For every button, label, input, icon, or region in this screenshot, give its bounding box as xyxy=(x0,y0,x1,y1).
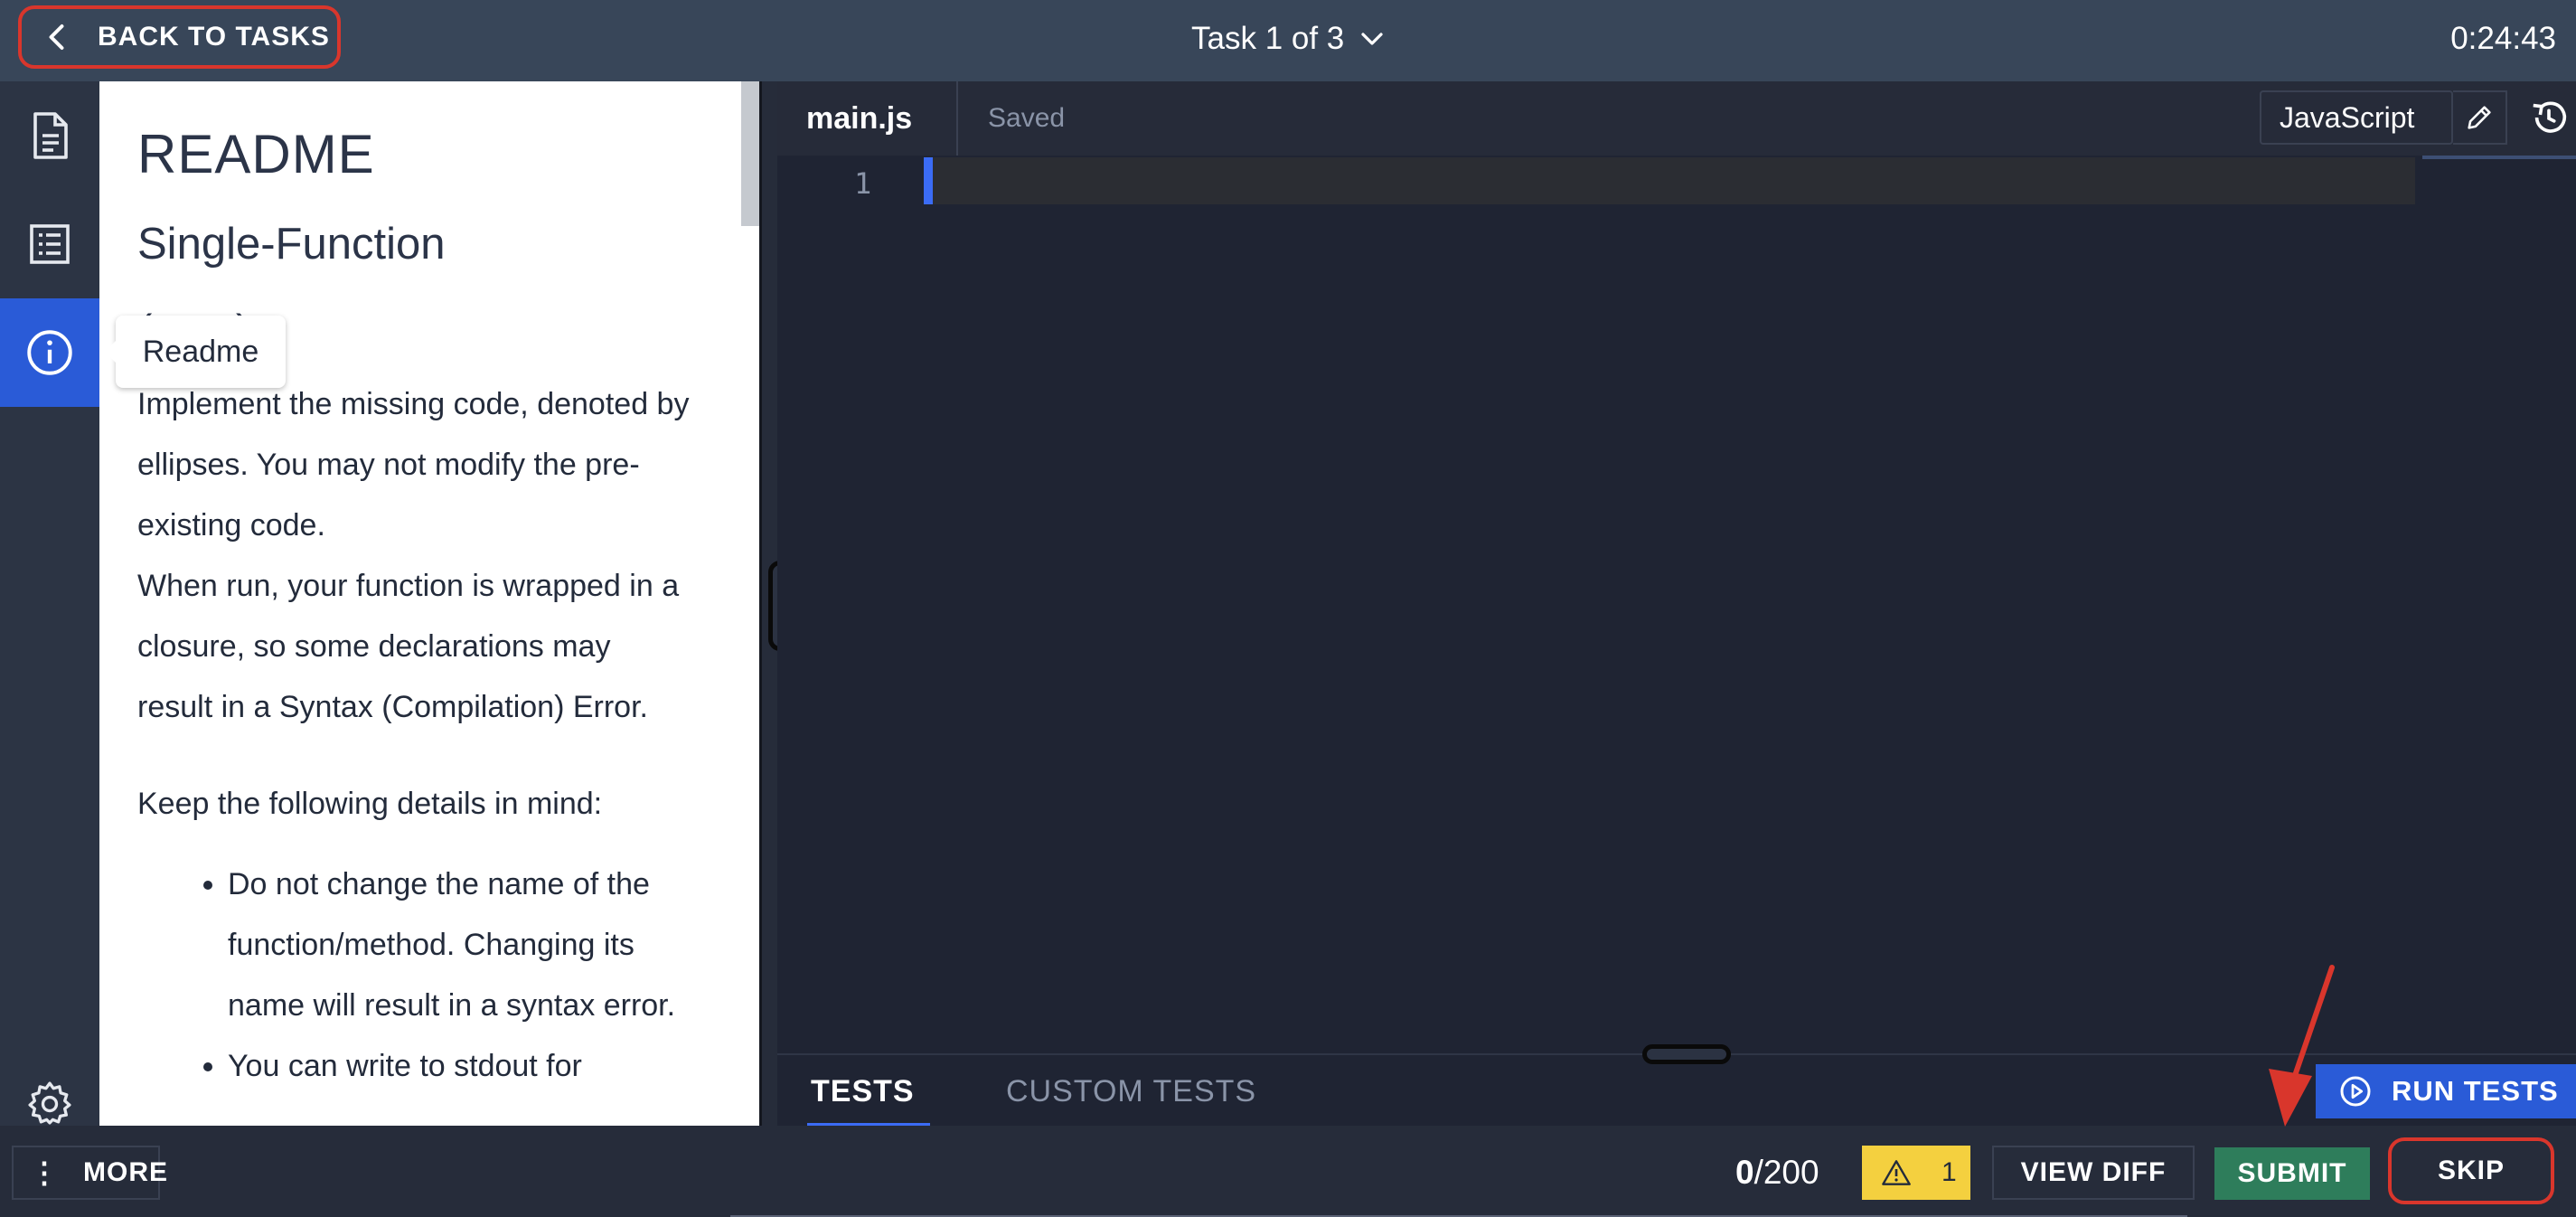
task-selector[interactable]: Task 1 of 3 xyxy=(1191,16,1386,61)
readme-bullet1-line: function/method. Changing its xyxy=(228,928,635,962)
warning-badge[interactable]: 1 xyxy=(1862,1146,1970,1200)
back-to-tasks-button[interactable]: BACK TO TASKS xyxy=(18,5,341,69)
readme-paragraph-3: Keep the following details in mind: xyxy=(137,787,603,821)
document-icon xyxy=(33,112,68,159)
rail-item-list[interactable] xyxy=(0,190,99,298)
readme-p2-line: closure, so some declarations may xyxy=(137,629,611,664)
run-tests-label: RUN TESTS xyxy=(2392,1075,2559,1107)
task-title: Task 1 of 3 xyxy=(1191,21,1345,56)
reset-code-button[interactable] xyxy=(2522,90,2576,145)
list-icon xyxy=(30,224,70,264)
readme-bullet1-line: Do not change the name of the xyxy=(228,867,650,901)
rail-item-readme[interactable] xyxy=(0,298,99,407)
reset-icon xyxy=(2533,101,2567,133)
run-tests-button[interactable]: RUN TESTS xyxy=(2316,1064,2576,1118)
readme-scrollbar[interactable] xyxy=(741,81,759,226)
language-selector[interactable]: JavaScript xyxy=(2260,90,2453,145)
chevron-left-icon xyxy=(49,24,64,50)
readme-bullet: You can write to stdout for xyxy=(228,1036,718,1097)
readme-heading: README xyxy=(137,124,375,184)
gear-icon xyxy=(28,1081,71,1125)
readme-tooltip: Readme xyxy=(105,316,286,388)
app-root: BACK TO TASKS Task 1 of 3 0:24:43 Readme… xyxy=(0,0,2576,1217)
annotation-arrow-icon xyxy=(2269,965,2335,1127)
save-status: Saved xyxy=(988,103,1066,133)
submit-button[interactable]: SUBMIT xyxy=(2214,1147,2370,1200)
timer: 0:24:43 xyxy=(2450,21,2556,56)
warning-icon xyxy=(1882,1160,1911,1185)
score: 0/200 xyxy=(1735,1146,1819,1200)
editor-tab-bar: main.js Saved JavaScript xyxy=(777,81,2576,156)
view-diff-button[interactable]: VIEW DIFF xyxy=(1992,1146,2195,1200)
readme-bullet2-line: You can write to stdout for xyxy=(228,1049,582,1083)
text-cursor xyxy=(924,157,933,204)
tab-tests[interactable]: TESTS xyxy=(807,1055,930,1127)
readme-panel[interactable]: README Single-Function (very) Implement … xyxy=(99,81,759,1126)
info-icon xyxy=(27,330,72,375)
edit-button[interactable] xyxy=(2453,90,2507,145)
bottom-bar: ⋮ MORE 0/200 1 VIEW DIFF SUBMIT SKIP xyxy=(0,1126,2576,1217)
readme-paragraph-1: Implement the missing code, denoted by e… xyxy=(137,374,718,556)
readme-p2-line: result in a Syntax (Compilation) Error. xyxy=(137,690,648,724)
code-editor[interactable]: main.js Saved JavaScript 1 xyxy=(777,81,2576,1053)
readme-p2-line: When run, your function is wrapped in a xyxy=(137,569,680,603)
score-total: /200 xyxy=(1753,1154,1819,1191)
readme-bullet-list: Do not change the name of the function/m… xyxy=(137,854,718,1097)
tests-resize-handle[interactable] xyxy=(1642,1044,1731,1064)
readme-bullet: Do not change the name of the function/m… xyxy=(228,854,718,1036)
icon-rail xyxy=(0,81,99,1126)
rail-item-description[interactable] xyxy=(0,81,99,190)
readme-content: README Single-Function (very) Implement … xyxy=(99,81,759,1097)
readme-p1-line: existing code. xyxy=(137,508,325,542)
readme-title-line1: Single-Function xyxy=(137,220,446,269)
active-line-highlight xyxy=(924,157,2415,204)
tab-custom-tests[interactable]: CUSTOM TESTS xyxy=(1006,1055,1256,1127)
chevron-down-icon xyxy=(1361,33,1383,45)
readme-paragraph-2: When run, your function is wrapped in a … xyxy=(137,556,718,738)
code-line[interactable]: 1 xyxy=(777,156,2576,212)
readme-p1-line: ellipses. You may not modify the pre- xyxy=(137,448,640,482)
warning-count: 1 xyxy=(1941,1157,1957,1187)
skip-button[interactable]: SKIP xyxy=(2388,1137,2554,1204)
score-value: 0 xyxy=(1735,1154,1754,1191)
more-button[interactable]: ⋮ MORE xyxy=(12,1146,167,1200)
more-label: MORE xyxy=(83,1157,168,1187)
pencil-icon xyxy=(2468,106,2491,129)
more-vertical-icon: ⋮ xyxy=(30,1156,60,1189)
readme-p1-line: Implement the missing code, denoted by xyxy=(137,387,690,421)
file-tab-main-js[interactable]: main.js xyxy=(777,81,958,156)
back-to-tasks-label: BACK TO TASKS xyxy=(98,22,330,52)
line-number: 1 xyxy=(854,166,872,201)
readme-bullet1-line: name will result in a syntax error. xyxy=(228,988,676,1023)
top-bar: BACK TO TASKS Task 1 of 3 0:24:43 xyxy=(0,0,2576,81)
